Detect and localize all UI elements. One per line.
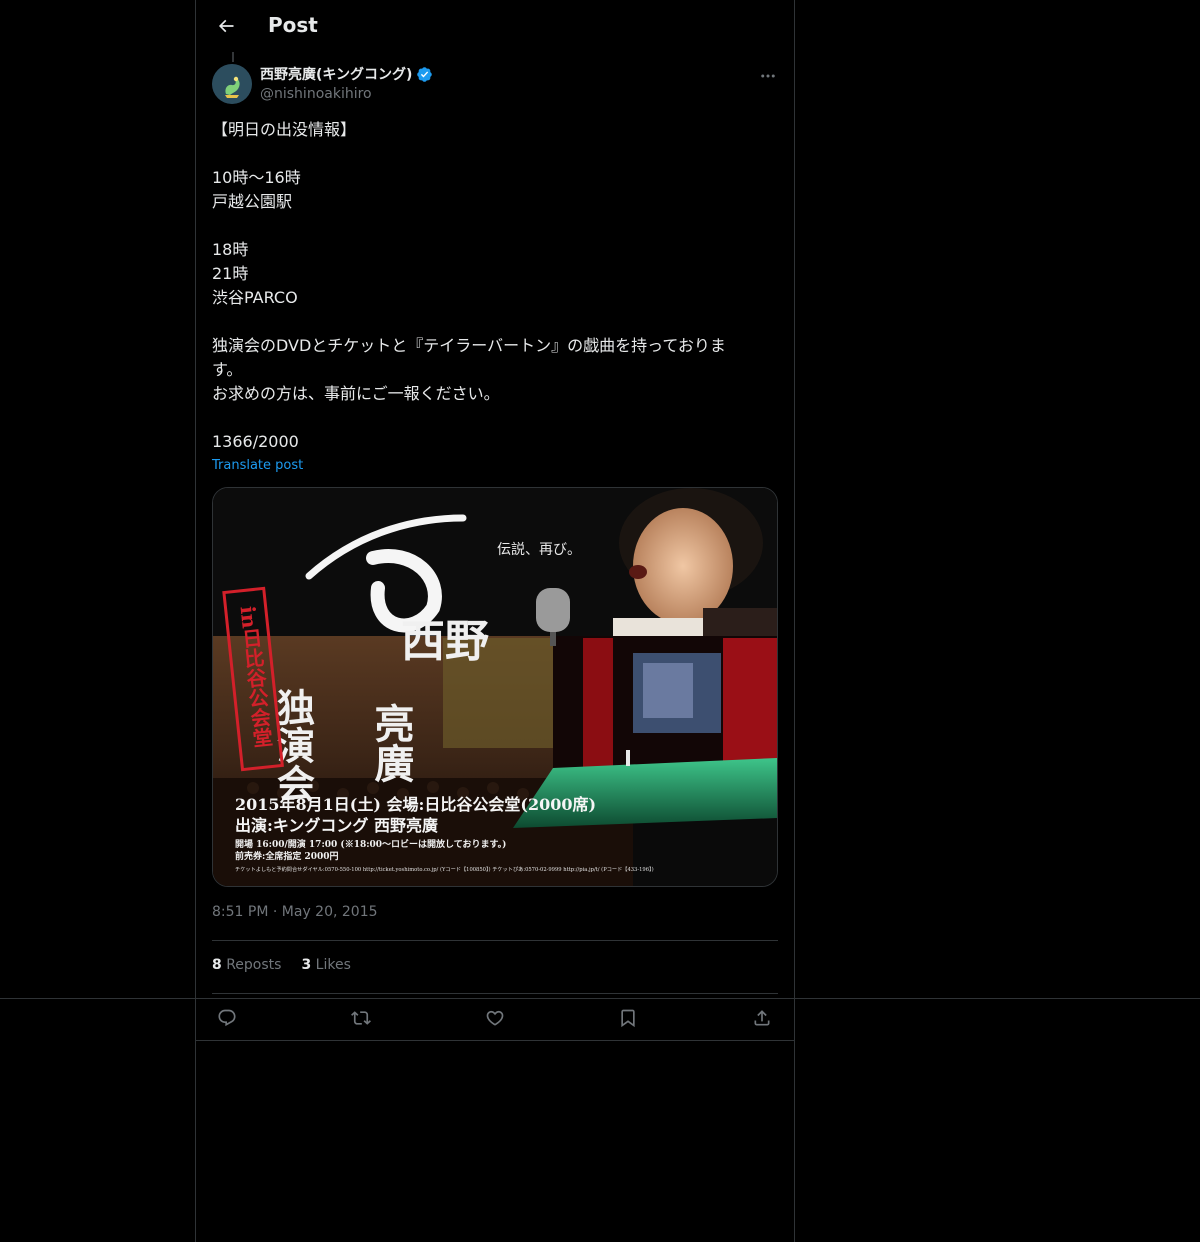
post-line: 10時〜16時 — [212, 168, 301, 187]
back-button[interactable] — [208, 8, 244, 44]
likes-label: Likes — [315, 957, 351, 973]
likes-stat[interactable]: 3 Likes — [301, 957, 350, 973]
avatar-dragon-icon — [212, 64, 252, 104]
bookmark-icon — [621, 1009, 635, 1028]
repost-button[interactable] — [349, 1006, 373, 1030]
page-title: Post — [268, 13, 318, 37]
post-line: す。 — [212, 360, 243, 379]
bookmark-button[interactable] — [616, 1006, 640, 1030]
post-line: 独演会のDVDとチケットと『テイラーバートン』の戯曲を持っておりま — [212, 336, 726, 355]
reply-icon — [218, 1009, 236, 1027]
event-poster: 伝説、再び。 西野 独演会 亮廣 in日比谷公会堂 2015年8月1日(土) 会… — [213, 488, 777, 886]
post-line — [212, 406, 778, 430]
post-stats: 8 Reposts 3 Likes — [212, 957, 351, 973]
poster-calligraphy-right: 亮廣 — [368, 703, 415, 783]
post-line — [212, 214, 778, 238]
poster-times-line: 開場 16:00/開演 17:00 (※18:00〜ロビーは開放しております。) — [235, 838, 506, 850]
back-arrow-icon — [218, 19, 234, 33]
like-icon — [486, 1010, 504, 1026]
poster-ticket-line: チケットよしもと予約問合せダイヤル:0570-550-100 http://ti… — [235, 865, 654, 873]
post-text: 【明日の出没情報】 10時〜16時 戸越公園駅 18時 21時 渋谷PARCO … — [212, 118, 778, 454]
share-icon — [754, 1010, 770, 1026]
post-time[interactable]: 8:51 PM — [212, 904, 268, 920]
repost-icon — [351, 1011, 371, 1025]
post-line — [212, 142, 778, 166]
author-name-text[interactable]: 西野亮廣(キングコング) — [260, 64, 412, 84]
poster-tagline: 伝説、再び。 — [497, 542, 581, 558]
post-line: お求めの方は、事前にご一報ください。 — [212, 384, 500, 403]
action-bar — [212, 1004, 778, 1032]
author-name[interactable]: 西野亮廣(キングコング) — [260, 64, 433, 84]
post-line: 21時 — [212, 264, 249, 283]
divider — [212, 940, 778, 941]
author-handle[interactable]: @nishinoakihiro — [260, 86, 372, 102]
poster-price-line: 前売券:全席指定 2000円 — [235, 850, 339, 862]
post-line: 戸越公園駅 — [212, 192, 293, 211]
reposts-stat[interactable]: 8 Reposts — [212, 957, 281, 973]
like-button[interactable] — [483, 1006, 507, 1030]
post-line: 渋谷PARCO — [212, 288, 298, 307]
post-line: 18時 — [212, 240, 249, 259]
post-line — [212, 310, 778, 334]
poster-calligraphy-top: 西野 — [401, 616, 489, 667]
reply-button[interactable] — [215, 1006, 239, 1030]
share-button[interactable] — [750, 1006, 774, 1030]
timestamp-separator: · — [272, 904, 278, 920]
translate-post-link[interactable]: Translate post — [212, 458, 303, 473]
post-line: 【明日の出没情報】 — [212, 120, 357, 139]
post-timestamp[interactable]: 8:51 PM · May 20, 2015 — [212, 904, 378, 920]
page-header: Post — [196, 0, 794, 54]
main-column: Post 西野亮廣(キングコング) @nishinoakihiro 【明日の出没… — [195, 0, 795, 1242]
reposts-label: Reposts — [226, 957, 282, 973]
avatar[interactable] — [212, 64, 252, 104]
poster-event-line: 2015年8月1日(土) 会場:日比谷公会堂(2000席) — [235, 795, 596, 814]
post-media-image[interactable]: 伝説、再び。 西野 独演会 亮廣 in日比谷公会堂 2015年8月1日(土) 会… — [212, 487, 778, 887]
post-date[interactable]: May 20, 2015 — [282, 904, 378, 920]
post-line: 1366/2000 — [212, 432, 299, 451]
poster-performer-line: 出演:キングコング 西野亮廣 — [235, 816, 438, 835]
divider — [212, 993, 778, 994]
divider — [196, 1040, 794, 1041]
verified-badge-icon[interactable] — [416, 66, 433, 83]
thread-connector — [232, 52, 234, 62]
likes-count: 3 — [301, 957, 312, 973]
more-icon — [761, 74, 775, 78]
more-button[interactable] — [756, 66, 780, 86]
reposts-count: 8 — [212, 957, 222, 973]
